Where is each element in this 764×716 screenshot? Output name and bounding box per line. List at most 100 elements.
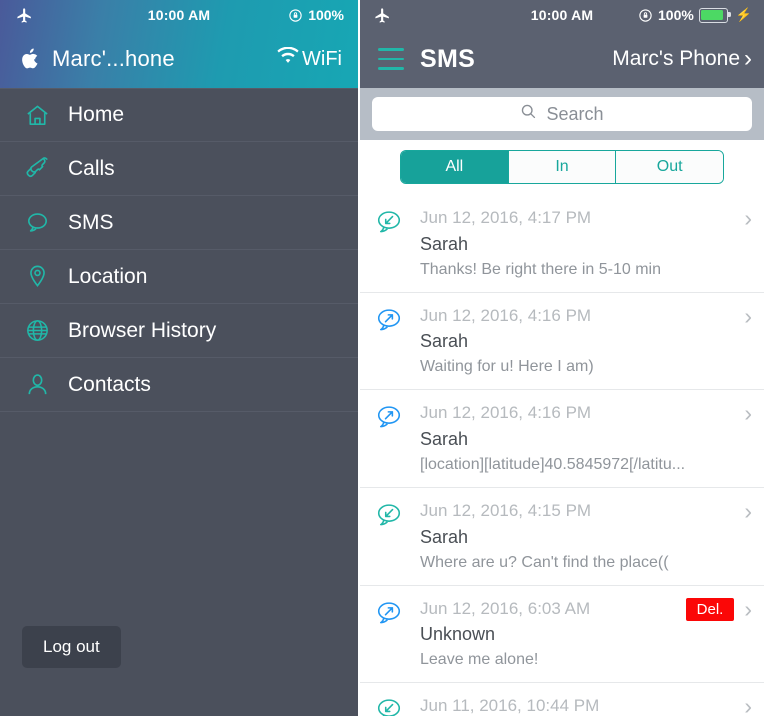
phone-handset-icon: [22, 154, 52, 184]
chevron-right-icon: ›: [744, 45, 752, 72]
wifi-status: WiFi: [277, 46, 342, 71]
search-bar-container: Search: [360, 88, 764, 140]
lightning-bolt-icon: ⚡: [735, 7, 752, 22]
message-preview: Waiting for u! Here I am): [420, 358, 594, 376]
page-title: SMS: [420, 44, 476, 73]
chevron-right-icon[interactable]: ›: [744, 304, 752, 328]
log-out-button[interactable]: Log out: [22, 626, 121, 668]
speech-bubble-icon: [22, 208, 52, 238]
app-root: 10:00 AM 100% Marc'...hone WiFi Home Cal…: [0, 0, 764, 716]
sidebar-item-home[interactable]: Home: [0, 88, 358, 142]
message-list-item[interactable]: Jun 12, 2016, 4:16 PM Sarah Waiting for …: [360, 293, 764, 391]
message-contact: Sarah: [420, 233, 469, 254]
chevron-right-icon[interactable]: ›: [744, 597, 752, 621]
right-header: 10:00 AM 100% ⚡ SMS Marc's Phone ›: [360, 0, 764, 88]
message-list: Jun 12, 2016, 4:17 PM Sarah Thanks! Be r…: [360, 195, 764, 716]
row-actions: ›: [744, 695, 752, 716]
right-battery-percent: 100%: [658, 7, 694, 23]
message-body: Jun 11, 2016, 10:44 PM: [420, 694, 750, 716]
tab-all[interactable]: All: [401, 151, 509, 183]
tab-in[interactable]: In: [508, 151, 617, 183]
left-device-name: Marc'...hone: [52, 46, 175, 71]
bubble-outgoing-icon: [374, 304, 420, 380]
sidebar-item-location[interactable]: Location: [0, 250, 358, 304]
chevron-right-icon[interactable]: ›: [744, 207, 752, 230]
logout-container: Log out: [22, 626, 121, 668]
right-panel-sms: 10:00 AM 100% ⚡ SMS Marc's Phone › Searc…: [358, 0, 764, 716]
row-actions: Del. ›: [685, 597, 752, 621]
message-time: Jun 11, 2016, 10:44 PM: [420, 696, 600, 716]
message-list-item[interactable]: Jun 12, 2016, 4:15 PM Sarah Where are u?…: [360, 488, 764, 586]
message-body: Jun 12, 2016, 4:15 PM Sarah Where are u?…: [420, 499, 750, 575]
search-placeholder: Search: [546, 103, 604, 124]
message-body: Jun 12, 2016, 4:16 PM Sarah [location][l…: [420, 401, 750, 477]
bubble-incoming-icon: [374, 206, 420, 282]
sidebar-item-label: Location: [68, 264, 148, 288]
message-preview: [location][latitude]40.5845972[/latitu..…: [420, 455, 686, 473]
message-preview: Leave me alone!: [420, 651, 539, 669]
message-list-item[interactable]: Jun 11, 2016, 10:44 PM ›: [360, 683, 764, 716]
globe-icon: [22, 316, 52, 346]
message-contact: Sarah: [420, 428, 469, 449]
row-actions: ›: [744, 499, 752, 523]
chevron-right-icon[interactable]: ›: [744, 499, 752, 523]
device-selector-link[interactable]: Marc's Phone ›: [612, 47, 752, 71]
apple-logo-icon: [20, 46, 42, 72]
filter-tabs: All In Out: [400, 150, 724, 184]
row-actions: ›: [744, 304, 752, 328]
message-list-item[interactable]: Jun 12, 2016, 4:17 PM Sarah Thanks! Be r…: [360, 195, 764, 293]
message-contact: Sarah: [420, 331, 469, 352]
bubble-incoming-icon: [374, 499, 420, 575]
person-icon: [22, 370, 52, 400]
sidebar-item-contacts[interactable]: Contacts: [0, 358, 358, 412]
sidebar-item-label: SMS: [68, 210, 114, 234]
bubble-incoming-icon: [374, 694, 420, 716]
sidebar-item-label: Browser History: [68, 318, 217, 342]
wifi-icon: [277, 46, 299, 71]
message-time: Jun 12, 2016, 4:17 PM: [420, 208, 592, 227]
sidebar-item-calls[interactable]: Calls: [0, 142, 358, 196]
bubble-outgoing-icon: [374, 597, 420, 673]
map-pin-icon: [22, 262, 52, 292]
row-actions: ›: [744, 207, 752, 230]
row-actions: ›: [744, 402, 752, 425]
message-body: Jun 12, 2016, 4:16 PM Sarah Waiting for …: [420, 304, 750, 380]
left-status-right: 100%: [288, 7, 344, 23]
rotation-lock-icon: [638, 8, 653, 23]
message-body: Jun 12, 2016, 4:17 PM Sarah Thanks! Be r…: [420, 206, 750, 282]
tab-out[interactable]: Out: [616, 151, 723, 183]
hamburger-menu-icon[interactable]: [378, 48, 406, 70]
sidebar-item-label: Home: [68, 103, 125, 126]
message-contact: Unknown: [420, 624, 496, 645]
message-list-item[interactable]: Jun 12, 2016, 4:16 PM Sarah [location][l…: [360, 390, 764, 488]
sidebar-item-sms[interactable]: SMS: [0, 196, 358, 250]
search-icon: [520, 103, 537, 125]
right-status-right: 100% ⚡: [638, 7, 752, 23]
right-status-bar: 10:00 AM 100% ⚡: [360, 0, 764, 30]
filter-tabs-container: All In Out: [360, 140, 764, 195]
chevron-right-icon[interactable]: ›: [744, 695, 752, 716]
device-selector-label: Marc's Phone: [612, 47, 740, 70]
message-contact: Sarah: [420, 526, 469, 547]
status-badge-deleted: Del.: [685, 597, 735, 621]
home-icon: [22, 100, 52, 130]
battery-full-icon: [698, 7, 731, 23]
sidebar-item-label: Calls: [68, 156, 115, 180]
message-time: Jun 12, 2016, 4:15 PM: [420, 500, 592, 520]
left-panel-sidebar: 10:00 AM 100% Marc'...hone WiFi Home Cal…: [0, 0, 358, 716]
sidebar-menu: Home Calls SMS Location Browser History …: [0, 88, 358, 412]
message-preview: Thanks! Be right there in 5-10 min: [420, 260, 662, 278]
right-title-row: SMS Marc's Phone ›: [360, 30, 764, 88]
sidebar-item-browser-history[interactable]: Browser History: [0, 304, 358, 358]
search-input[interactable]: Search: [372, 97, 752, 131]
left-battery-percent: 100%: [308, 7, 344, 23]
message-time: Jun 12, 2016, 4:16 PM: [420, 403, 592, 423]
rotation-lock-icon: [288, 8, 303, 23]
wifi-label: WiFi: [302, 47, 342, 70]
left-header: 10:00 AM 100% Marc'...hone WiFi: [0, 0, 358, 88]
message-list-item[interactable]: Jun 12, 2016, 6:03 AM Unknown Leave me a…: [360, 586, 764, 684]
message-preview: Where are u? Can't find the place((: [420, 553, 669, 571]
message-time: Jun 12, 2016, 4:16 PM: [420, 305, 592, 325]
left-status-bar: 10:00 AM 100%: [0, 0, 358, 30]
chevron-right-icon[interactable]: ›: [744, 402, 752, 425]
